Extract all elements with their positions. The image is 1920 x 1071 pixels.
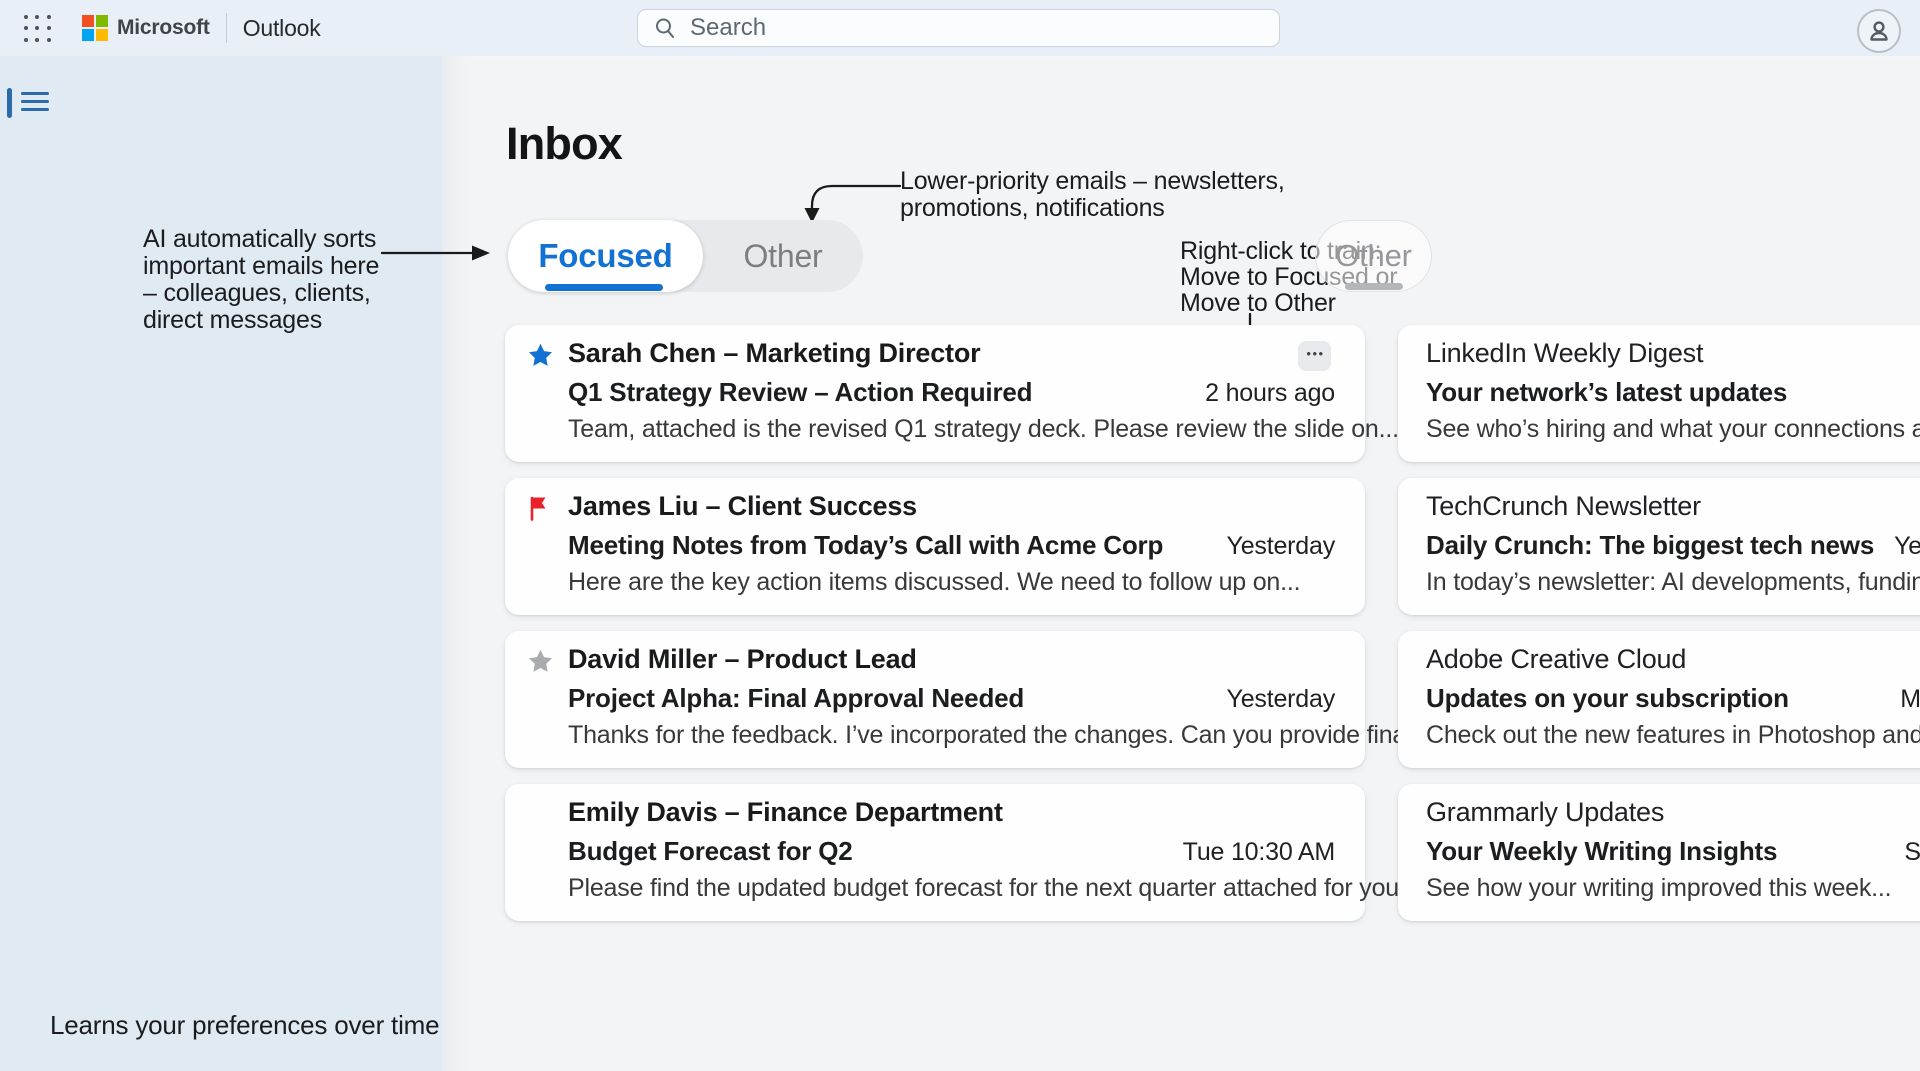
email-timestamp: Yesterday — [1207, 685, 1335, 714]
other-tab-underline — [1345, 283, 1403, 290]
email-timestamp: Yesterday — [1874, 532, 1920, 561]
email-subject: Project Alpha: Final Approval Needed — [568, 683, 1024, 713]
panel-divider — [442, 56, 468, 1071]
email-sender: LinkedIn Weekly Digest — [1426, 337, 1920, 370]
search-box[interactable] — [637, 9, 1280, 47]
search-input[interactable] — [688, 13, 1232, 43]
email-subject: Your network’s latest updates — [1426, 377, 1787, 407]
microsoft-logo-icon — [82, 15, 108, 41]
annotation-line: direct messages — [143, 307, 379, 334]
focused-email-card[interactable]: Sarah Chen – Marketing Director Q1 Strate… — [505, 325, 1365, 462]
email-subject: Meeting Notes from Today’s Call with Acm… — [568, 530, 1163, 560]
email-content: David Miller – Product Lead Project Alpha… — [568, 643, 1335, 768]
email-subject-row: Q1 Strategy Review – Action Required 2 ho… — [568, 377, 1335, 408]
sidebar — [0, 56, 442, 1071]
annotation-ai-sorting: AI automatically sorts important emails … — [143, 226, 379, 334]
email-preview: Team, attached is the revised Q1 strateg… — [568, 415, 1335, 444]
other-email-card[interactable]: LinkedIn Weekly Digest Your network’s lat… — [1398, 325, 1920, 462]
brand-divider — [226, 13, 227, 43]
email-sender: TechCrunch Newsletter — [1426, 490, 1920, 523]
email-preview: Check out the new features in Photoshop … — [1426, 721, 1920, 750]
other-email-list: LinkedIn Weekly Digest Your network’s lat… — [1398, 325, 1920, 937]
other-column-tab-label: Other — [1335, 238, 1412, 274]
email-preview: Please find the updated budget forecast … — [568, 874, 1335, 903]
email-subject-row: Your Weekly Writing Insights Sunday — [1426, 836, 1920, 867]
other-email-card[interactable]: Grammarly Updates Your Weekly Writing Ins… — [1398, 784, 1920, 921]
email-timestamp: Yesterday — [1207, 532, 1335, 561]
annotation-line: Lower-priority emails – newsletters, — [900, 168, 1285, 195]
annotation-line: – colleagues, clients, — [143, 280, 379, 307]
annotation-line: AI automatically sorts — [143, 226, 379, 253]
email-subject: Daily Crunch: The biggest tech news — [1426, 530, 1874, 560]
tab-other[interactable]: Other — [703, 220, 863, 292]
brand-area: Microsoft Outlook — [82, 0, 321, 56]
tab-focused-label: Focused — [538, 237, 672, 275]
focused-email-card[interactable]: Emily Davis – Finance Department Budget F… — [505, 784, 1365, 921]
account-button[interactable] — [1857, 9, 1901, 53]
top-bar: Microsoft Outlook — [0, 0, 1920, 57]
email-content: James Liu – Client Success Meeting Notes … — [568, 490, 1335, 615]
flag-icon[interactable] — [527, 490, 568, 615]
annotation-learns-preferences: Learns your preferences over time — [50, 1012, 439, 1039]
email-subject-row: Daily Crunch: The biggest tech newsYeste… — [1426, 530, 1920, 561]
annotation-other-tab: Lower-priority emails – newsletters, pro… — [900, 168, 1285, 222]
email-subject-row: Updates on your subscription Monday — [1426, 683, 1920, 714]
inbox-tabs: Focused Other — [508, 220, 863, 292]
email-sender: Grammarly Updates — [1426, 796, 1920, 829]
person-icon — [1866, 18, 1892, 44]
more-options-button[interactable]: ••• — [1298, 341, 1331, 371]
email-preview: See how your writing improved this week.… — [1426, 874, 1920, 903]
app-launcher-icon[interactable] — [24, 15, 52, 43]
focused-email-list: Sarah Chen – Marketing Director Q1 Strate… — [505, 325, 1365, 937]
tab-focused[interactable]: Focused — [508, 220, 703, 292]
other-email-card[interactable]: TechCrunch Newsletter Daily Crunch: The b… — [1398, 478, 1920, 615]
product-name: Outlook — [243, 15, 321, 42]
email-subject-row: Your network’s latest updates Today — [1426, 377, 1920, 408]
annotation-line: promotions, notifications — [900, 195, 1285, 222]
focused-email-card[interactable]: James Liu – Client Success Meeting Notes … — [505, 478, 1365, 615]
other-email-card[interactable]: Adobe Creative Cloud Updates on your subs… — [1398, 631, 1920, 768]
focused-email-card[interactable]: David Miller – Product Lead Project Alpha… — [505, 631, 1365, 768]
email-sender: Sarah Chen – Marketing Director — [568, 337, 1335, 370]
email-content: Sarah Chen – Marketing Director Q1 Strate… — [568, 337, 1335, 462]
hamburger-menu-icon[interactable] — [21, 92, 49, 116]
email-preview: In today’s newsletter: AI developments, … — [1426, 568, 1920, 597]
outlook-window: Microsoft Outlook AI automatically sorts… — [0, 0, 1920, 1071]
email-preview: See who’s hiring and what your connectio… — [1426, 415, 1920, 444]
email-timestamp: Sunday — [1884, 838, 1920, 867]
email-preview: Thanks for the feedback. I’ve incorporat… — [568, 721, 1335, 750]
arrow-to-focused-tab — [378, 240, 494, 266]
email-subject: Updates on your subscription — [1426, 683, 1789, 713]
email-timestamp: 2 hours ago — [1185, 379, 1335, 408]
email-subject-row: Budget Forecast for Q2 Tue 10:30 AM — [568, 836, 1335, 867]
star-icon[interactable] — [527, 337, 568, 462]
email-sender: James Liu – Client Success — [568, 490, 1335, 523]
nav-accent-bar — [7, 88, 12, 118]
annotation-line: important emails here — [143, 253, 379, 280]
email-sender: David Miller – Product Lead — [568, 643, 1335, 676]
other-column-tab[interactable]: Other — [1315, 220, 1432, 292]
email-timestamp: Tue 10:30 AM — [1163, 838, 1335, 867]
email-subject: Budget Forecast for Q2 — [568, 836, 853, 866]
email-subject-row: Project Alpha: Final Approval Needed Yest… — [568, 683, 1335, 714]
page-title: Inbox — [506, 118, 622, 170]
star-icon[interactable] — [527, 643, 568, 768]
email-preview: Here are the key action items discussed.… — [568, 568, 1335, 597]
tab-active-underline — [545, 284, 663, 291]
email-timestamp: Today — [1902, 379, 1920, 408]
email-content: Emily Davis – Finance Department Budget F… — [568, 796, 1335, 921]
email-subject: Your Weekly Writing Insights — [1426, 836, 1777, 866]
icon-spacer — [527, 796, 568, 921]
email-timestamp: Monday — [1880, 685, 1920, 714]
email-subject: Q1 Strategy Review – Action Required — [568, 377, 1032, 407]
email-subject-row: Meeting Notes from Today’s Call with Acm… — [568, 530, 1335, 561]
email-sender: Adobe Creative Cloud — [1426, 643, 1920, 676]
email-sender: Emily Davis – Finance Department — [568, 796, 1335, 829]
search-icon — [654, 17, 676, 39]
microsoft-label: Microsoft — [117, 16, 210, 40]
